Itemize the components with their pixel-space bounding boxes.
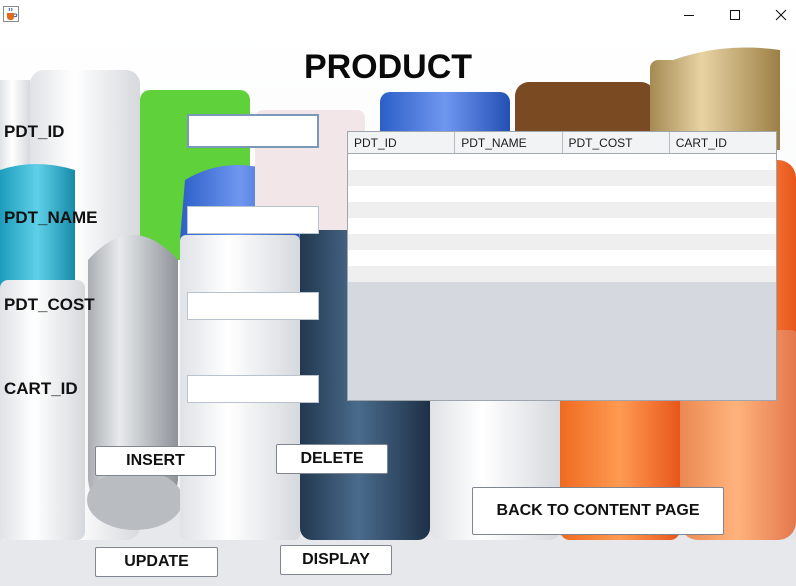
maximize-button[interactable] — [712, 0, 758, 30]
insert-button[interactable]: INSERT — [95, 446, 216, 476]
pdt-cost-input[interactable] — [187, 292, 319, 320]
maximize-icon — [730, 10, 740, 20]
table-row[interactable] — [348, 266, 776, 282]
close-icon — [775, 9, 787, 21]
table-row[interactable] — [348, 170, 776, 186]
product-table[interactable]: PDT_ID PDT_NAME PDT_COST CART_ID — [347, 131, 777, 401]
cart-id-input[interactable] — [187, 375, 319, 403]
cart-id-label: CART_ID — [4, 379, 78, 398]
pdt-name-label: PDT_NAME — [4, 208, 98, 227]
back-to-content-page-button[interactable]: BACK TO CONTENT PAGE — [472, 487, 724, 535]
column-header-pdt-id[interactable]: PDT_ID — [348, 132, 456, 153]
minimize-button[interactable] — [666, 0, 712, 30]
window-titlebar — [0, 0, 796, 30]
column-header-cart-id[interactable]: CART_ID — [670, 132, 776, 153]
pdt-cost-label: PDT_COST — [4, 295, 95, 314]
column-header-pdt-name[interactable]: PDT_NAME — [455, 132, 563, 153]
display-button[interactable]: DISPLAY — [280, 545, 392, 575]
table-row[interactable] — [348, 218, 776, 234]
table-header: PDT_ID PDT_NAME PDT_COST CART_ID — [348, 132, 776, 154]
update-button[interactable]: UPDATE — [95, 547, 218, 577]
table-row[interactable] — [348, 234, 776, 250]
pdt-name-input[interactable] — [187, 206, 319, 234]
java-coffee-cup-icon — [3, 6, 19, 22]
table-body[interactable] — [348, 154, 776, 282]
minimize-icon — [684, 15, 694, 16]
pdt-id-input[interactable] — [187, 114, 319, 148]
page-title: PRODUCT — [303, 48, 473, 86]
table-row[interactable] — [348, 250, 776, 266]
column-header-pdt-cost[interactable]: PDT_COST — [563, 132, 670, 153]
table-row[interactable] — [348, 202, 776, 218]
table-row[interactable] — [348, 186, 776, 202]
close-button[interactable] — [758, 0, 796, 30]
table-row[interactable] — [348, 154, 776, 170]
pdt-id-label: PDT_ID — [4, 122, 65, 141]
delete-button[interactable]: DELETE — [276, 444, 388, 474]
